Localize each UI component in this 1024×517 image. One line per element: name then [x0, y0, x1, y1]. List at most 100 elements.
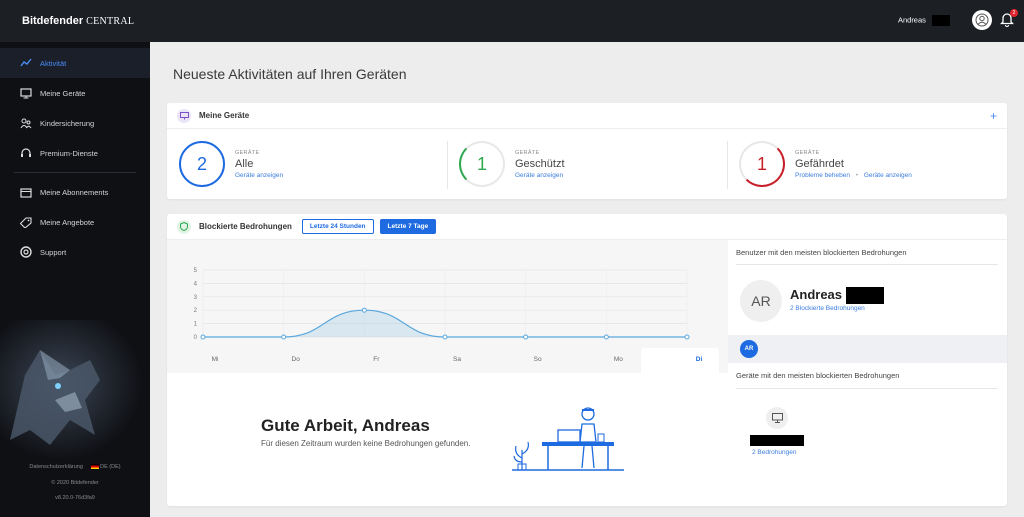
- data-point: [361, 307, 367, 313]
- add-device-button[interactable]: +: [990, 109, 997, 123]
- day-axis: Mi Do Fr Sa So Mo Di: [167, 348, 728, 373]
- tag-icon: [20, 216, 32, 228]
- stat-label: Geschützt: [515, 157, 565, 170]
- top-user-name-text: Andreas: [790, 287, 843, 302]
- redacted-block: [845, 287, 884, 305]
- user-avatar[interactable]: [972, 10, 992, 30]
- top-user-name: Andreas: [790, 287, 884, 305]
- y-tick-label: 5: [194, 268, 198, 274]
- user-avatar-large: AR: [740, 280, 782, 322]
- user-menu[interactable]: Andreas: [898, 15, 950, 26]
- copyright: © 2020 Bitdefender: [51, 480, 99, 486]
- divider: [736, 388, 998, 389]
- sidebar-item-label: Meine Angebote: [40, 217, 95, 227]
- sidebar-item-premium[interactable]: Premium-Dienste: [0, 138, 150, 168]
- x-tick-label[interactable]: Di: [696, 356, 703, 363]
- privacy-link[interactable]: Datenschutzerklärung: [29, 464, 83, 470]
- data-point: [200, 334, 206, 340]
- stat-label: Gefährdet: [795, 157, 844, 170]
- stat-caption: GERÄTE: [235, 149, 260, 156]
- brand-suffix: CENTRAL: [86, 15, 135, 27]
- divider: [447, 141, 448, 189]
- user-threats-link[interactable]: 2 Blockierte Bedrohungen: [790, 305, 865, 312]
- x-tick-label[interactable]: Sa: [453, 356, 461, 363]
- notification-badge: 2: [1010, 9, 1018, 17]
- redacted-block: [932, 15, 950, 26]
- threats-card-header: Blockierte Bedrohungen Letzte 24 Stunden…: [167, 214, 1007, 240]
- stat-ring: 1: [459, 141, 505, 187]
- calendar-icon: [20, 186, 32, 198]
- user-avatar-small[interactable]: AR: [740, 340, 758, 358]
- device-threats-link[interactable]: 2 Bedrohungen: [752, 449, 796, 456]
- sidebar-item-label: Kindersicherung: [40, 118, 95, 128]
- user-name: Andreas: [897, 15, 926, 25]
- user-icon: [975, 13, 989, 27]
- sidebar-item-support[interactable]: Support: [0, 237, 150, 267]
- sidebar-item-aktivitaet[interactable]: Aktivität: [0, 48, 150, 78]
- sidebar-item-angebote[interactable]: Meine Angebote: [0, 207, 150, 237]
- desk-illustration: [512, 404, 627, 477]
- view-devices-link[interactable]: Geräte anzeigen: [864, 172, 912, 179]
- fix-issues-link[interactable]: Probleme beheben: [795, 172, 850, 179]
- stat-at-risk: 1 GERÄTE Gefährdet Probleme beheben • Ge…: [739, 141, 912, 187]
- device-monitor-icon[interactable]: [766, 407, 788, 429]
- chart-svg: 0 1 2 3 4 5: [194, 268, 690, 341]
- sidebar-item-abonnements[interactable]: Meine Abonnements: [0, 177, 150, 207]
- threats-chart: 0 1 2 3 4 5 Mi Do Fr Sa So Mo Di: [167, 240, 728, 373]
- data-point: [281, 334, 287, 340]
- y-tick-label: 4: [194, 281, 198, 287]
- flag-de-icon: [90, 464, 99, 470]
- x-tick-label[interactable]: Do: [292, 356, 300, 363]
- sidebar-item-label: Aktivität: [40, 58, 67, 68]
- threats-card: Blockierte Bedrohungen Letzte 24 Stunden…: [167, 214, 1007, 506]
- sidebar-item-geraete[interactable]: Meine Geräte: [0, 78, 150, 108]
- message-title: Gute Arbeit, Andreas: [261, 416, 430, 435]
- threats-card-title: Blockierte Bedrohungen: [199, 222, 292, 231]
- divider: [727, 141, 728, 189]
- page-title: Neueste Aktivitäten auf Ihren Geräten: [173, 66, 407, 82]
- devices-card: Meine Geräte + 2 GERÄTE Alle Geräte anze…: [167, 103, 1007, 199]
- headset-icon: [20, 147, 32, 159]
- tab-7d[interactable]: Letzte 7 Tage: [379, 219, 437, 234]
- language-select[interactable]: DE (DE): [100, 464, 120, 470]
- x-tick-label[interactable]: Mo: [614, 356, 623, 363]
- family-icon: [20, 117, 32, 129]
- wolf-artwork: [0, 320, 150, 460]
- devices-icon: [177, 108, 191, 123]
- y-tick-label: 1: [194, 322, 198, 328]
- user-switcher: AR: [728, 335, 1007, 363]
- topbar: Andreas 2: [150, 0, 1024, 42]
- sidebar-footer: Datenschutzerklärung DE (DE): [0, 464, 150, 470]
- x-tick-label[interactable]: Fr: [373, 356, 379, 363]
- sidebar-item-kindersicherung[interactable]: Kindersicherung: [0, 108, 150, 138]
- monitor-icon: [20, 87, 32, 99]
- redacted-device-name: [750, 435, 804, 446]
- top-users-title: Benutzer mit den meisten blockierten Bed…: [736, 248, 907, 257]
- lifebuoy-icon: [20, 246, 32, 258]
- x-tick-label[interactable]: So: [534, 356, 542, 363]
- brand-logo[interactable]: Bitdefender CENTRAL: [0, 0, 150, 42]
- devices-card-title: Meine Geräte: [199, 111, 250, 120]
- tab-24h[interactable]: Letzte 24 Stunden: [301, 219, 374, 234]
- stat-caption: GERÄTE: [515, 149, 540, 156]
- stat-caption: GERÄTE: [795, 149, 820, 156]
- x-tick-label[interactable]: Mi: [212, 356, 219, 363]
- sidebar-item-label: Meine Geräte: [40, 88, 86, 98]
- sidebar-item-label: Support: [40, 247, 67, 257]
- view-devices-link[interactable]: Geräte anzeigen: [235, 172, 283, 179]
- y-tick-label: 3: [194, 295, 198, 301]
- version: v8.20.0-76d3fa9: [55, 495, 95, 501]
- sidebar-nav: Aktivität Meine Geräte Kindersicherung P…: [0, 48, 150, 267]
- devices-card-header: Meine Geräte: [167, 103, 1007, 129]
- shield-icon: [177, 219, 191, 234]
- data-point: [603, 334, 609, 340]
- top-devices-title: Geräte mit den meisten blockierten Bedro…: [736, 371, 900, 380]
- data-point: [442, 334, 448, 340]
- stat-label: Alle: [235, 157, 254, 170]
- message-body: Für diesen Zeitraum wurden keine Bedrohu…: [261, 439, 471, 448]
- data-point: [684, 334, 690, 340]
- view-devices-link[interactable]: Geräte anzeigen: [515, 172, 565, 179]
- stat-ring: 2: [179, 141, 225, 187]
- y-tick-label: 0: [194, 335, 198, 341]
- stat-protected: 1 GERÄTE Geschützt Geräte anzeigen: [459, 141, 565, 187]
